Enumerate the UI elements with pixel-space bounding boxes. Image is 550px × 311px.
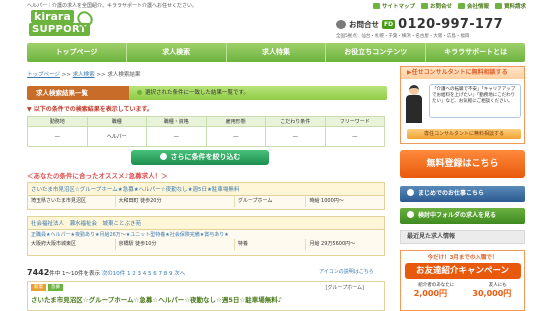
company-link[interactable]: 会社情報 (457, 2, 489, 10)
recommended-job-card[interactable]: さいたま市見沼区☆グループホーム★急募★ヘルパー☆夜勤なし★週5日★駐車場無料 … (27, 182, 385, 210)
results-title: 求人検索結果一覧 (27, 86, 129, 100)
breadcrumb-current: 求人検索結果 (107, 72, 141, 78)
breadcrumb-job-search[interactable]: 求人検索 (73, 72, 95, 78)
nav-job-search[interactable]: 求人検索 (127, 43, 227, 62)
job-access: 京橋駅 徒歩10分 (116, 239, 235, 250)
job-location: 大阪府大阪市城東区 (28, 239, 116, 250)
job-listing-card[interactable]: 新着 急募 [グループホーム] さいたま市見沼区☆グループホーム☆急募☆ヘルパー… (27, 281, 385, 311)
nav-job-features[interactable]: 求人特集 (227, 43, 327, 62)
result-count: 7442 (27, 268, 50, 277)
cond-header-freeword: フリーワード (324, 116, 385, 127)
job-summary[interactable]: 正職員★ヘルパー★夜勤あり★月給26万～★ユニット型特養★社会保険完備★賞与あり… (28, 230, 384, 239)
kirara-jobs-button[interactable]: まじめでのお仕事こちら (400, 186, 525, 202)
promo-main-text: お友達紹介キャンペーン (404, 263, 521, 279)
building-icon (457, 3, 465, 9)
friend-referral-banner[interactable]: 今だけ！3月までの入職で！ お友達紹介キャンペーン 紹介者のあなたに 友人にも … (400, 250, 525, 311)
job-info-row: 埼玉県さいたま市見沼区 大和田町 徒歩20分 グループホーム 時給 1000円～ (28, 196, 384, 207)
free-dial-badge: FD (382, 20, 396, 29)
mail-icon (420, 3, 428, 9)
free-register-button[interactable]: 無料登録はこちら (400, 150, 525, 178)
nav-about[interactable]: キララサポートとは (426, 43, 525, 62)
job-location: 埼玉県さいたま市見沼区 (28, 196, 116, 207)
cond-header-occupation: 職種 (86, 116, 147, 127)
cond-header-location: 勤務地 (27, 116, 88, 127)
refine-search-button[interactable]: さらに条件を絞り込む (131, 150, 269, 165)
document-request-link[interactable]: 資料請求 (494, 2, 526, 10)
job-info-row: 大阪府大阪市城東区 京橋駅 徒歩10分 特養 月給 29万5600円～ (28, 239, 384, 250)
job-facility-type: グループホーム (235, 196, 307, 207)
cond-value-freeword: ― (324, 126, 385, 147)
recently-viewed-header[interactable]: 最近見た求人情報 (400, 230, 525, 244)
recommended-jobs-title: ＜あなたの条件に合ったオススメ♪急募求人！＞ (27, 172, 168, 180)
result-range: 1～10件を表示 (62, 271, 101, 277)
inquiry-link[interactable]: お問合せ (420, 2, 452, 10)
header-top-links: サイトマップ お問合せ 会社情報 資料請求 (372, 2, 526, 10)
document-icon (494, 3, 502, 9)
results-header-bar: 求人検索結果一覧 選択された条件に一致した結果一覧です。 (27, 86, 387, 100)
sitemap-icon (372, 3, 380, 9)
cond-value-location: ― (27, 126, 88, 147)
consult-message: 「介護への転職で不安」「キャリアアップでお給料を上げたい」「勤務地にこだわりたい… (429, 84, 521, 118)
phone-number: 0120-997-177 (398, 17, 503, 32)
page-numbers[interactable]: 1 2 3 4 5 6 7 8 9 (127, 271, 172, 277)
logo-text-kirara: kirara (31, 10, 74, 23)
cond-header-preference: こだわり条件 (265, 116, 326, 127)
consultant-photo (405, 85, 423, 125)
promo-top-text: 今だけ！3月までの入職で！ (427, 255, 498, 261)
contact-phone[interactable]: お問合せ FD 0120-997-177 (336, 17, 503, 32)
consult-header[interactable]: ▶任せコンサルタントに無料相談する (401, 67, 524, 79)
recommended-job-card[interactable]: 社会福祉法人 瀬水福祉会 城東ことぶき苑 正職員★ヘルパー★夜勤あり★月給26万… (27, 216, 385, 256)
job-title-link[interactable]: さいたま市見沼区☆グループホーム☆急募☆ヘルパー☆夜勤なし☆週5日☆駐車場無料♪ (28, 293, 384, 305)
sitemap-link[interactable]: サイトマップ (372, 2, 415, 10)
nav-top[interactable]: トップページ (27, 43, 127, 62)
next-page-link[interactable]: 次へ (174, 271, 185, 277)
new-badge: 新着 (31, 284, 46, 291)
breadcrumb: トップページ >> 求人検索 >> 求人検索結果 (27, 72, 141, 78)
nav-useful-content[interactable]: お役立ちコンテンツ (326, 43, 427, 62)
job-access: 大和田町 徒歩20分 (116, 196, 235, 207)
site-tagline: ヘルパー｜介護の求人を全国紹介。キララサポート介護へお任せください。 (27, 3, 198, 9)
consultant-box: ▶任せコンサルタントに無料相談する 「介護への転職で不安」「キャリアアップでお給… (400, 66, 525, 144)
branch-area-text: 全国5拠点：仙台・札幌・千葉・横浜・名古屋・大阪・広島・福岡 (336, 34, 470, 39)
job-facility-type: 特養 (235, 239, 307, 250)
job-salary: 時給 1000円～ (309, 198, 344, 204)
contact-label: お問合せ (349, 20, 379, 29)
phone-icon (336, 20, 346, 29)
job-salary: 月給 29万5600円～ (309, 241, 356, 247)
cond-header-qualification: 職種・資格 (146, 116, 207, 127)
cond-value-employment: ― (205, 126, 266, 147)
arrow-circle-icon (407, 189, 414, 196)
job-employer-link[interactable]: 社会福祉法人 瀬水福祉会 城東ことぶき苑 (28, 217, 384, 230)
breadcrumb-top[interactable]: トップページ (27, 72, 60, 78)
folder-jobs-button[interactable]: 検討中フォルダの求人を見る (400, 208, 525, 224)
job-title-link[interactable]: さいたま市見沼区☆グループホーム★急募★ヘルパー☆夜勤なし★週5日★駐車場無料 (28, 183, 384, 196)
results-description: 選択された条件に一致した結果一覧です。 (137, 86, 249, 100)
main-nav: トップページ 求人検索 求人特集 お役立ちコンテンツ キララサポートとは (27, 43, 525, 62)
next-10-link[interactable]: 次の10件 (102, 271, 126, 277)
job-category: [グループホーム] (325, 285, 364, 291)
conditions-table: 勤務地 職種 職種・資格 雇用形態 こだわり条件 フリーワード ― ヘルパー ―… (27, 116, 385, 147)
icon-legend-link[interactable]: アイコンの説明はこちら (319, 268, 374, 275)
cond-value-qualification: ― (146, 126, 207, 147)
promo-amounts: 2,000円 30,000円 (413, 289, 512, 298)
urgent-badge: 急募 (48, 284, 63, 291)
arrow-circle-icon (407, 211, 414, 218)
kirara-support-logo[interactable]: kirara SUPPORT (27, 8, 96, 40)
cond-header-employment: 雇用形態 (205, 116, 266, 127)
cond-value-preference: ― (265, 126, 326, 147)
consult-button[interactable]: 専任コンサルタントに無料相談する (407, 129, 521, 139)
cond-value-occupation: ヘルパー (86, 126, 147, 147)
conditions-label: ▼ 以下の条件での検索結果を表示しています。 (27, 106, 153, 113)
results-pagination: 7442件中 1～10件を表示 次の10件 1 2 3 4 5 6 7 8 9 … (27, 268, 186, 277)
